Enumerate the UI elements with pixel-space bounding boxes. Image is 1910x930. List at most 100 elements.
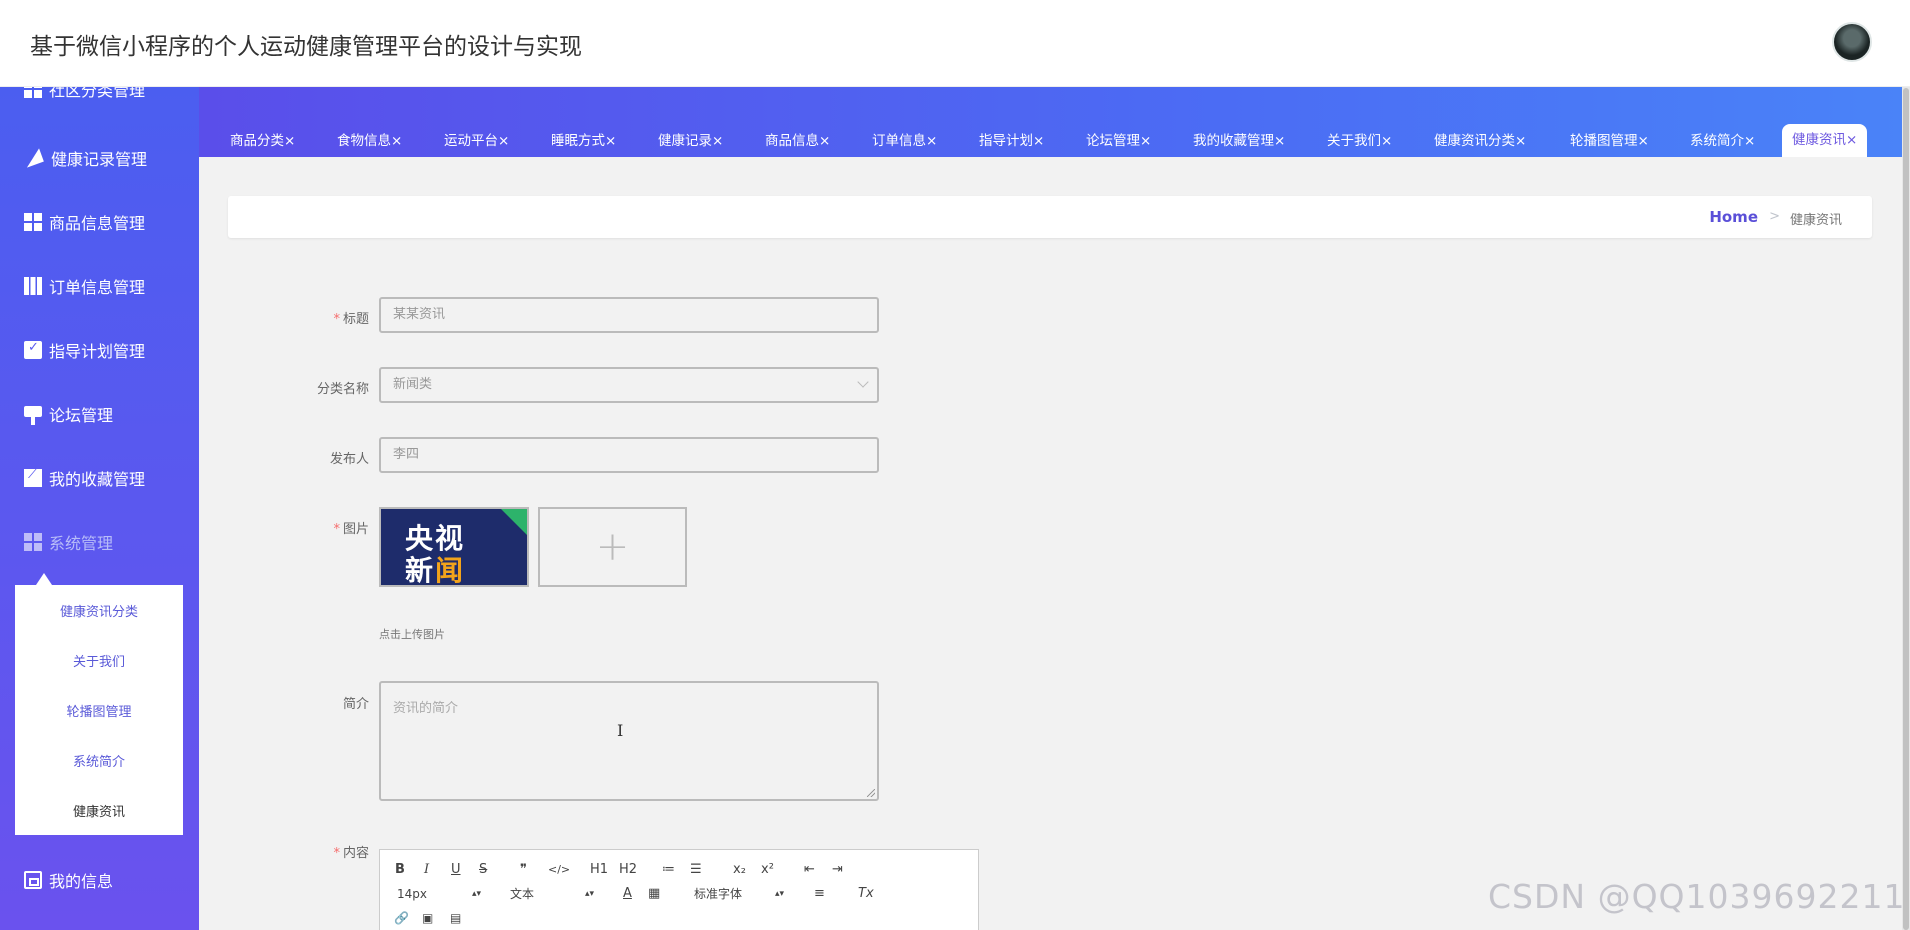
text-type-select[interactable]: 文本 ▴▾	[510, 886, 594, 902]
tab-product-category[interactable]: 商品分类×	[230, 131, 295, 151]
background-color-button[interactable]: ▦	[648, 886, 660, 902]
clear-format-button[interactable]: Tx	[858, 886, 874, 902]
publisher-input[interactable]: 李四	[379, 437, 879, 473]
tab-food-info[interactable]: 食物信息×	[337, 131, 402, 151]
font-size-select[interactable]: 14px ▴▾	[397, 886, 481, 902]
sidebar-item-label: 我的收藏管理	[49, 470, 146, 489]
sidebar-item-community[interactable]: 社区分类管理	[24, 87, 145, 101]
breadcrumb-home[interactable]: Home	[1709, 208, 1758, 226]
thumbnail-text-line2: 新闻	[405, 549, 466, 587]
tab-health-records[interactable]: 健康记录×	[658, 131, 723, 151]
sidebar-item-favorites[interactable]: 我的收藏管理	[24, 466, 145, 490]
tab-favorites[interactable]: 我的收藏管理×	[1193, 131, 1285, 151]
summary-placeholder: 资讯的简介	[393, 701, 459, 716]
link-icon[interactable]: 🔗	[394, 910, 409, 926]
strike-button[interactable]: S	[479, 862, 487, 878]
image-label-text: 图片	[342, 522, 369, 537]
text-type-value: 文本	[510, 887, 535, 901]
user-avatar[interactable]	[1832, 22, 1872, 62]
summary-textarea[interactable]: 资讯的简介	[379, 681, 879, 801]
bullet-list-button[interactable]: ☰	[690, 862, 702, 878]
top-bar: 基于微信小程序的个人运动健康管理平台的设计与实现	[0, 0, 1910, 87]
tab-forum[interactable]: 论坛管理×	[1086, 131, 1151, 151]
tab-system-intro[interactable]: 系统简介×	[1690, 131, 1755, 151]
submenu-item-health-news[interactable]: 健康资讯	[15, 801, 183, 820]
image-upload-button[interactable]: +	[538, 507, 687, 587]
submenu-item-news-category[interactable]: 健康资讯分类	[15, 601, 183, 620]
bold-button[interactable]: B	[395, 862, 405, 878]
tab-sports-platform[interactable]: 运动平台×	[444, 131, 509, 151]
app-title: 基于微信小程序的个人运动健康管理平台的设计与实现	[30, 34, 582, 60]
title-label: * 标题	[249, 308, 369, 327]
tab-product-info[interactable]: 商品信息×	[765, 131, 830, 151]
sidebar-item-orders[interactable]: 订单信息管理	[24, 274, 145, 298]
sidebar-item-health-records[interactable]: 健康记录管理	[22, 146, 147, 170]
rich-text-editor[interactable]: B I U S ❞ </> H1 H2 ≔ ☰ x₂ x² ⇤ ⇥ 14px ▴▾…	[379, 849, 979, 930]
submenu-item-about-us[interactable]: 关于我们	[15, 651, 183, 670]
required-mark: *	[333, 312, 340, 327]
sidebar-item-label: 订单信息管理	[49, 278, 146, 297]
sidebar-item-plans[interactable]: 指导计划管理	[24, 338, 145, 362]
wallet-icon	[24, 871, 42, 889]
tab-guidance-plan[interactable]: 指导计划×	[979, 131, 1044, 151]
category-select-value: 新闻类	[393, 377, 433, 392]
upload-hint: 点击上传图片	[379, 628, 445, 641]
font-family-value: 标准字体	[694, 887, 743, 901]
content-label-text: 内容	[342, 846, 369, 861]
heading2-button[interactable]: H2	[619, 862, 637, 878]
submenu-item-carousel[interactable]: 轮播图管理	[15, 701, 183, 720]
category-select[interactable]: 新闻类	[379, 367, 879, 403]
blockquote-button[interactable]: ❞	[520, 862, 527, 878]
resize-handle[interactable]	[867, 789, 875, 797]
tab-health-news[interactable]: 健康资讯×	[1782, 124, 1868, 157]
select-arrows-icon: ▴▾	[471, 889, 481, 899]
watermark: CSDN @QQ1039692211	[1488, 877, 1906, 916]
heading1-button[interactable]: H1	[590, 862, 608, 878]
chevron-down-icon	[857, 376, 869, 388]
sidebar-item-my-info[interactable]: 我的信息	[24, 868, 113, 892]
font-color-button[interactable]: A	[623, 886, 632, 902]
required-mark: *	[333, 522, 340, 537]
code-block-button[interactable]: </>	[548, 862, 570, 878]
thumbnail-corner-mark	[501, 509, 527, 535]
tab-order-info[interactable]: 订单信息×	[872, 131, 937, 151]
font-family-select[interactable]: 标准字体 ▴▾	[694, 886, 784, 902]
title-input[interactable]: 某某资讯	[379, 297, 879, 333]
scrollbar-thumb[interactable]	[1903, 88, 1909, 930]
uploaded-image-thumbnail[interactable]: 央视 新闻	[379, 507, 529, 587]
underline-button[interactable]: U	[451, 862, 461, 878]
subscript-button[interactable]: x₂	[733, 862, 746, 878]
sidebar-item-label: 商品信息管理	[49, 214, 146, 233]
sidebar-item-label: 系统管理	[49, 534, 114, 553]
summary-label: 简介	[342, 697, 369, 712]
align-button[interactable]: ≡	[814, 886, 825, 902]
tab-carousel[interactable]: 轮播图管理×	[1570, 131, 1649, 151]
tab-sleep-method[interactable]: 睡眠方式×	[551, 131, 616, 151]
category-label: 分类名称	[316, 382, 369, 397]
sidebar-item-system[interactable]: 系统管理	[24, 530, 113, 554]
thumbnail-text-part: 闻	[435, 554, 466, 587]
outdent-button[interactable]: ⇤	[804, 862, 815, 878]
sidebar-item-label: 社区分类管理	[49, 87, 146, 100]
sidebar-item-forum[interactable]: 论坛管理	[24, 402, 113, 426]
submenu-caret	[36, 573, 52, 585]
line-chart-icon	[24, 466, 42, 487]
grid-icon	[24, 213, 42, 231]
indent-button[interactable]: ⇥	[832, 862, 843, 878]
grid-nine-icon	[24, 277, 42, 295]
italic-button[interactable]: I	[424, 862, 429, 878]
video-icon[interactable]: ▤	[450, 910, 461, 926]
title-label-text: 标题	[342, 312, 369, 327]
grid-icon	[24, 87, 42, 98]
ordered-list-button[interactable]: ≔	[662, 862, 675, 878]
sidebar-item-label: 指导计划管理	[49, 342, 146, 361]
sidebar-item-label: 我的信息	[49, 872, 114, 891]
tab-news-category[interactable]: 健康资讯分类×	[1434, 131, 1526, 151]
sidebar-item-products[interactable]: 商品信息管理	[24, 210, 145, 234]
sidebar-item-label: 论坛管理	[49, 406, 114, 425]
superscript-button[interactable]: x²	[761, 862, 774, 878]
image-icon[interactable]: ▣	[422, 910, 433, 926]
submenu-item-system-intro[interactable]: 系统简介	[15, 751, 183, 770]
tab-about-us[interactable]: 关于我们×	[1327, 131, 1392, 151]
grid-icon	[24, 533, 42, 551]
